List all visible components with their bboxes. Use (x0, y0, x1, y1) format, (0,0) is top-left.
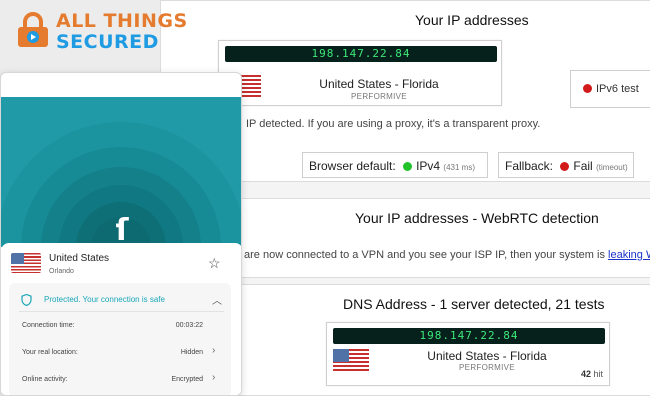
red-dot-icon (560, 162, 570, 171)
online-activity-value: Encrypted (171, 376, 203, 383)
online-activity-label: Online activity: (22, 376, 68, 383)
browser-default-box: Browser default: IPv4 (431 ms) (302, 152, 488, 178)
dns-hit-count: 42 hit (581, 369, 603, 379)
vpn-app-window: ſ United States Orlando ☆ Protected. You… (0, 72, 242, 396)
browser-default-time: (431 ms) (443, 163, 475, 172)
ip-location: United States - Florida (319, 77, 439, 91)
star-icon[interactable]: ☆ (208, 255, 221, 272)
chevron-right-icon[interactable]: › (212, 372, 215, 383)
divider (19, 311, 224, 312)
real-location-value: Hidden (180, 349, 203, 356)
vpn-country: United States (49, 253, 110, 264)
dns-location: United States - Florida (427, 349, 547, 363)
us-flag-icon (333, 349, 369, 373)
fallback-label: Fallback: (505, 159, 554, 173)
chevron-up-icon[interactable]: ︿ (212, 292, 222, 307)
fallback-time: (timeout) (596, 163, 628, 172)
fallback-value: Fail (573, 159, 593, 173)
ipv6-test-box: IPv6 test (570, 70, 650, 108)
dns-result-card: 198.147.22.84 United States - Florida PE… (326, 322, 610, 386)
connection-time-label: Connection time: (22, 322, 75, 329)
real-location-label: Your real location: (22, 349, 78, 356)
fallback-box: Fallback: Fail (timeout) (498, 152, 634, 178)
leaking-link[interactable]: leaking W (608, 249, 650, 261)
logo-text-line2: SECURED (56, 31, 159, 53)
ip-address-value: 198.147.22.84 (225, 46, 497, 62)
us-flag-icon (11, 253, 41, 273)
connection-time-value: 00:03:22 (175, 322, 203, 329)
vpn-status-text: Protected. Your connection is safe (44, 295, 165, 304)
shield-icon (21, 294, 32, 306)
green-dot-icon (403, 162, 413, 171)
vpn-city: Orlando (49, 268, 74, 275)
ip-section-title: Your IP addresses (415, 12, 529, 28)
logo-text-line1: ALL THINGS (56, 10, 188, 32)
chevron-right-icon[interactable]: › (212, 345, 215, 356)
vpn-status-box: Protected. Your connection is safe ︿ Con… (9, 283, 231, 395)
ip-result-card: 198.147.22.84 United States - Florida PE… (218, 40, 502, 106)
browser-default-label: Browser default: (309, 159, 396, 173)
dns-section-title: DNS Address - 1 server detected, 21 test… (343, 296, 605, 312)
proxy-note: IP detected. If you are using a proxy, i… (246, 118, 541, 130)
vpn-connection-card: United States Orlando ☆ Protected. Your … (1, 243, 241, 395)
lock-logo-icon (18, 12, 48, 47)
dns-hits-label: hit (593, 369, 603, 379)
dns-hits-number: 42 (580, 369, 591, 379)
ipv6-label: IPv6 test (596, 83, 639, 95)
ip-isp: PERFORMIVE (351, 92, 407, 101)
webrtc-note-text: are now connected to a VPN and you see y… (244, 249, 605, 261)
browser-default-value: IPv4 (416, 159, 441, 173)
webrtc-note: are now connected to a VPN and you see y… (244, 249, 650, 261)
dns-isp: PERFORMIVE (459, 363, 515, 372)
red-dot-icon (583, 84, 592, 93)
dns-ip-value: 198.147.22.84 (333, 328, 605, 344)
site-logo[interactable]: ALL THINGS SECURED (10, 8, 190, 53)
webrtc-section-title: Your IP addresses - WebRTC detection (355, 210, 599, 226)
